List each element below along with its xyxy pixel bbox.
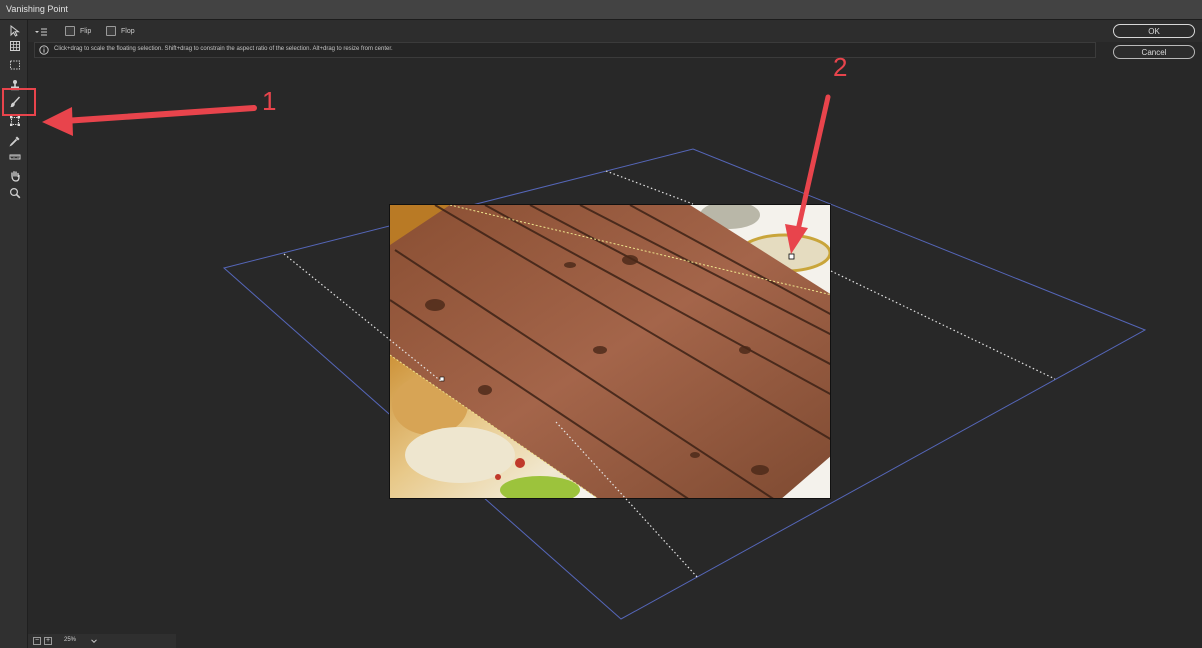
eyedropper-tool-icon[interactable] bbox=[8, 134, 22, 148]
zoom-tool-icon[interactable] bbox=[8, 186, 22, 200]
image-content bbox=[390, 205, 830, 498]
create-plane-tool-icon[interactable] bbox=[8, 39, 22, 53]
chevron-down-icon[interactable] bbox=[90, 637, 98, 645]
ok-button[interactable]: OK bbox=[1113, 24, 1195, 38]
flop-option[interactable]: Flop bbox=[106, 25, 135, 37]
marquee-tool-icon[interactable] bbox=[8, 58, 22, 72]
zoom-bar: − + 25% bbox=[28, 634, 176, 648]
info-bar: Click+drag to scale the floating selecti… bbox=[34, 42, 1096, 58]
options-menu-icon[interactable] bbox=[34, 25, 48, 37]
flip-checkbox[interactable] bbox=[65, 26, 75, 36]
measure-tool-icon[interactable] bbox=[8, 150, 22, 164]
zoom-level: 25% bbox=[64, 637, 77, 643]
info-message: Click+drag to scale the floating selecti… bbox=[54, 46, 393, 52]
canvas-area[interactable] bbox=[28, 62, 1202, 648]
annotation-number-1: 1 bbox=[262, 86, 277, 116]
window-title: Vanishing Point bbox=[6, 4, 68, 14]
info-icon bbox=[39, 45, 49, 55]
zoom-out-button[interactable]: − bbox=[33, 637, 41, 645]
flip-label: Flip bbox=[80, 27, 92, 35]
zoom-in-button[interactable]: + bbox=[44, 637, 52, 645]
title-bar: Vanishing Point bbox=[0, 0, 1202, 20]
annotation-number-2: 2 bbox=[833, 52, 848, 82]
hand-tool-icon[interactable] bbox=[8, 169, 22, 183]
vanishing-point-dialog: Vanishing Point Flip Flop Click+drag to … bbox=[0, 0, 1202, 648]
cancel-button[interactable]: Cancel bbox=[1113, 45, 1195, 59]
options-bar: Flip Flop bbox=[28, 20, 1202, 42]
canvas-image bbox=[389, 204, 831, 499]
flop-label: Flop bbox=[121, 27, 135, 35]
flop-checkbox[interactable] bbox=[106, 26, 116, 36]
transform-tool-icon[interactable] bbox=[8, 114, 22, 128]
flip-option[interactable]: Flip bbox=[65, 25, 91, 37]
edit-plane-tool-icon[interactable] bbox=[8, 24, 22, 38]
